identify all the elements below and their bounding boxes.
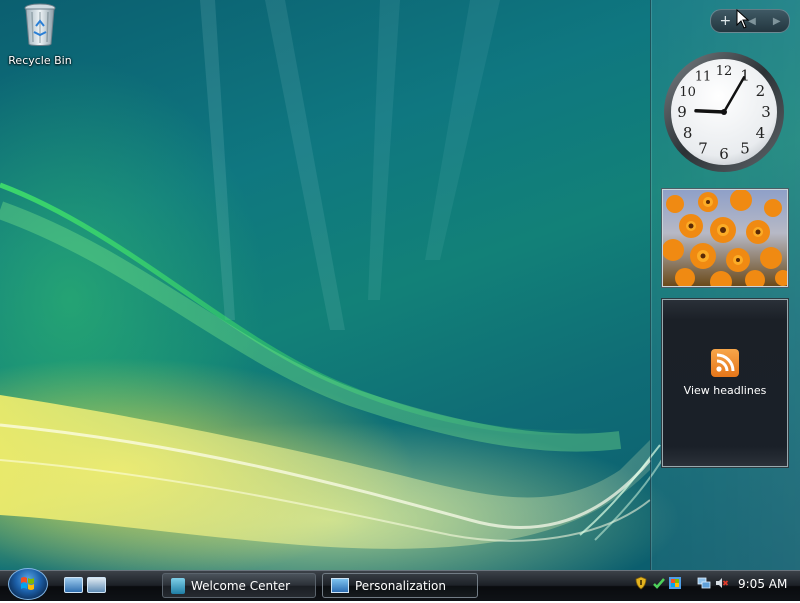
switch-windows-icon[interactable] [87,577,106,593]
taskbar-button-label: Welcome Center [191,578,291,593]
mouse-cursor-icon [736,9,750,29]
clock-center-pin [721,109,727,115]
volume-muted-icon[interactable] [715,576,729,590]
clock-hour-hand [694,109,726,114]
clock-numeral: 8 [683,124,693,142]
personalization-icon [331,578,349,593]
clock-numeral: 2 [756,82,766,100]
feed-headlines-gadget[interactable]: View headlines [662,299,788,467]
windows-start-orb-icon [21,577,34,590]
clock-numeral: 11 [695,70,712,85]
clock-numeral: 9 [677,103,687,121]
clock-numeral: 6 [719,145,729,163]
clock-numeral: 10 [679,85,696,100]
taskbar-button-label: Personalization [355,578,446,593]
windows-defender-icon[interactable] [652,576,666,590]
orange-flowers-photo [663,190,787,286]
taskbar-button-welcome-center[interactable]: Welcome Center [162,573,316,598]
rss-feed-icon [711,349,739,377]
add-gadget-button[interactable]: + [719,13,731,29]
clock-numeral: 7 [698,139,708,157]
clock-numeral: 4 [756,124,766,142]
clock-gadget[interactable]: 12 1 2 3 4 5 6 7 8 9 10 11 [662,50,786,174]
system-clock[interactable]: 9:05 AM [738,577,787,591]
clock-numeral: 12 [716,64,733,79]
welcome-center-icon [171,577,185,594]
security-shield-icon[interactable] [634,576,648,590]
clock-face-icon: 12 1234567891011 [664,52,784,172]
recycle-bin-label: Recycle Bin [8,54,72,67]
sidebar-next-button[interactable]: ▶ [773,16,781,27]
recycle-bin-desktop-icon[interactable]: Recycle Bin [4,2,76,67]
network-icon[interactable] [697,576,711,590]
update-icon[interactable] [668,576,682,590]
taskbar-button-personalization[interactable]: Personalization [322,573,478,598]
start-button[interactable] [8,568,48,600]
clock-numeral: 5 [740,139,750,157]
recycle-bin-icon [24,3,56,46]
view-headlines-link[interactable]: View headlines [663,384,787,397]
clock-numeral: 3 [761,103,771,121]
slideshow-gadget[interactable] [662,189,788,287]
show-desktop-icon[interactable] [64,577,83,593]
sidebar-controls: + ◀ ▶ [710,9,790,33]
